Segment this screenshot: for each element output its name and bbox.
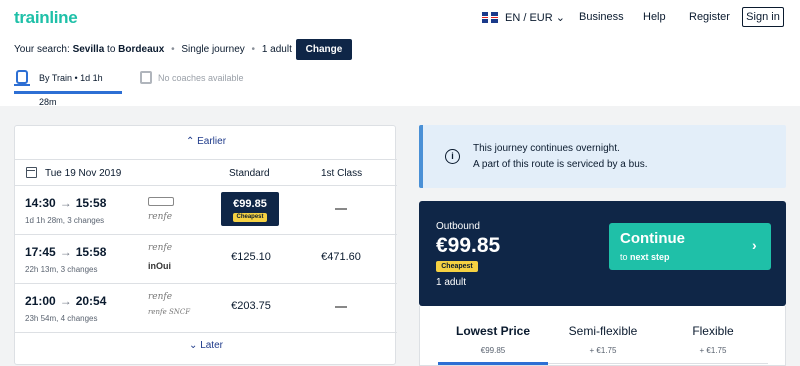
chevron-up-icon: ⌃ <box>185 136 195 147</box>
journey-duration: 23h 54m, 4 changes <box>25 314 98 323</box>
continue-sub-prefix: to <box>620 252 628 262</box>
change-search-button[interactable]: Change <box>296 39 352 60</box>
chevron-right-icon: › <box>752 237 757 253</box>
first-class-unavailable <box>335 208 347 210</box>
search-prefix: Your search: <box>14 44 70 55</box>
tab-by-train[interactable]: By Train • 1d 1h 28m <box>14 66 122 107</box>
language-label: EN / EUR <box>505 12 553 24</box>
fare-price: €99.85 <box>480 346 506 355</box>
business-link[interactable]: Business <box>579 11 624 23</box>
tab-coach-label: No coaches available <box>158 73 244 83</box>
continue-sub-bold: next step <box>630 252 670 262</box>
fare-lowest-price[interactable]: Lowest Price €99.85 <box>438 324 548 355</box>
separator-dot: • <box>251 44 256 55</box>
departure-time: 14:30 <box>25 196 56 210</box>
operator-logo: renfe <box>148 292 173 302</box>
results-date: Tue 19 Nov 2019 <box>45 168 122 179</box>
operator-logo: renfe <box>148 243 173 253</box>
search-origin: Sevilla <box>72 44 105 55</box>
column-first-class: 1st Class <box>321 168 363 179</box>
uk-flag-icon[interactable] <box>482 12 498 23</box>
standard-price: €99.85 <box>233 198 267 210</box>
chevron-down-icon: ⌄ <box>189 340 198 351</box>
outbound-label: Outbound <box>436 221 480 232</box>
sign-in-button[interactable]: Sign in <box>742 7 784 27</box>
operator-logo: renfe SNCF <box>148 308 191 316</box>
search-journey-type: Single journey <box>181 44 245 55</box>
arrival-time: 15:58 <box>75 196 107 210</box>
earlier-button[interactable]: ⌃ Earlier <box>15 136 397 147</box>
continue-label: Continue <box>620 230 685 247</box>
column-standard: Standard <box>229 168 270 179</box>
fare-price: + €1.75 <box>699 346 727 355</box>
standard-price[interactable]: €125.10 <box>221 251 281 263</box>
earlier-label: Earlier <box>197 136 227 147</box>
tab-train-label: By Train • 1d 1h 28m <box>39 73 103 107</box>
outbound-summary: Outbound €99.85 Cheapest 1 adult Continu… <box>419 201 786 306</box>
operator-logo: renfe <box>148 212 173 222</box>
notice-line-2: A part of this route is serviced by a bu… <box>473 159 648 170</box>
search-summary: Your search: Sevilla to Bordeaux • Singl… <box>14 44 292 55</box>
tab-coach: No coaches available <box>140 66 244 94</box>
help-link[interactable]: Help <box>643 11 666 23</box>
departure-time: 21:00 <box>25 294 56 308</box>
search-to-word: to <box>107 44 116 55</box>
continue-button[interactable]: Continue to next step › <box>609 223 771 270</box>
fare-name: Lowest Price <box>455 324 531 338</box>
search-destination: Bordeaux <box>118 44 165 55</box>
journey-row[interactable]: 21:00 → 20:54 23h 54m, 4 changes renfe ren… <box>15 284 397 333</box>
fare-name: Semi-flexible <box>568 324 638 338</box>
departure-time: 17:45 <box>25 245 56 259</box>
notice-line-1: This journey continues overnight. <box>473 143 620 154</box>
fare-divider <box>548 363 768 364</box>
trainline-logo[interactable]: trainline <box>14 8 78 28</box>
results-header: Tue 19 Nov 2019 Standard 1st Class <box>15 159 397 186</box>
outbound-price: €99.85 <box>436 234 501 257</box>
arrival-time: 20:54 <box>75 294 107 308</box>
journey-results-panel: ⌃ Earlier Tue 19 Nov 2019 Standard 1st C… <box>14 125 397 365</box>
calendar-icon <box>26 167 37 178</box>
info-icon: i <box>445 149 460 164</box>
cheapest-badge: Cheapest <box>233 213 267 222</box>
arrow-right-icon: → <box>59 245 72 259</box>
journey-row[interactable]: 14:30 → 15:58 1d 1h 28m, 3 changes renfe €… <box>15 186 397 235</box>
bus-operator-icon <box>148 197 174 206</box>
selected-fare-indicator <box>438 362 548 365</box>
top-header: trainline EN / EUR ⌄ Business Help Regis… <box>0 0 800 107</box>
standard-price[interactable]: €203.75 <box>221 300 281 312</box>
cheapest-badge: Cheapest <box>436 261 478 272</box>
journey-times: 14:30 → 15:58 <box>25 196 106 210</box>
later-label: Later <box>200 340 223 351</box>
journey-times: 17:45 → 15:58 <box>25 245 106 259</box>
arrow-right-icon: → <box>59 294 72 308</box>
fare-semi-flexible[interactable]: Semi-flexible + €1.75 <box>548 324 658 355</box>
journey-duration: 22h 13m, 3 changes <box>25 265 98 274</box>
fare-flexible[interactable]: Flexible + €1.75 <box>658 324 768 355</box>
first-class-price[interactable]: €471.60 <box>311 251 371 263</box>
register-link[interactable]: Register <box>689 11 730 23</box>
overnight-notice: i This journey continues overnight. A pa… <box>419 125 786 188</box>
language-currency-selector[interactable]: EN / EUR ⌄ <box>505 11 565 24</box>
operator-logo: inOui <box>148 261 171 271</box>
journey-duration: 1d 1h 28m, 3 changes <box>25 216 105 225</box>
outbound-passengers: 1 adult <box>436 277 467 288</box>
journey-times: 21:00 → 20:54 <box>25 294 106 308</box>
chevron-down-icon: ⌄ <box>555 12 565 24</box>
first-class-unavailable <box>335 306 347 308</box>
journey-row[interactable]: 17:45 → 15:58 22h 13m, 3 changes renfe inO… <box>15 235 397 284</box>
separator-dot: • <box>171 44 175 55</box>
fare-price: + €1.75 <box>589 346 617 355</box>
arrow-right-icon: → <box>59 196 72 210</box>
bus-icon <box>140 71 152 84</box>
later-button[interactable]: ⌄ Later <box>15 340 397 351</box>
train-icon <box>14 70 30 86</box>
standard-fare-selected[interactable]: €99.85 Cheapest <box>221 192 279 226</box>
continue-sublabel: to next step <box>620 252 670 262</box>
fare-options: Lowest Price €99.85 Semi-flexible + €1.7… <box>419 306 786 366</box>
arrival-time: 15:58 <box>75 245 107 259</box>
search-passengers: 1 adult <box>261 44 292 55</box>
fare-name: Flexible <box>692 324 734 338</box>
